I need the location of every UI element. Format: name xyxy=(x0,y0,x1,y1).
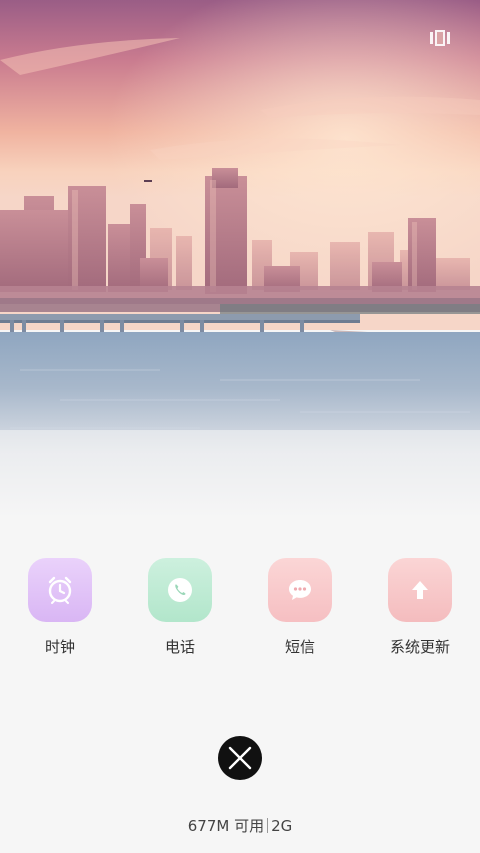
recent-apps-screen: 时钟 电话 短信 系统更新 677M 可用 2G xyxy=(0,0,480,853)
app-label: 时钟 xyxy=(44,638,75,656)
alarm-clock-icon xyxy=(28,558,92,622)
wallpaper-image xyxy=(0,0,480,520)
memory-total: 2G xyxy=(271,817,293,835)
clear-all-button[interactable] xyxy=(218,736,262,780)
close-icon xyxy=(228,746,252,770)
phone-icon xyxy=(148,558,212,622)
recents-grid-icon[interactable] xyxy=(430,30,450,46)
memory-separator xyxy=(267,818,269,833)
recent-apps-row: 时钟 电话 短信 系统更新 xyxy=(0,556,480,666)
app-phone[interactable]: 电话 xyxy=(130,556,230,666)
arrow-up-icon xyxy=(388,558,452,622)
app-system-update[interactable]: 系统更新 xyxy=(370,556,470,666)
app-label: 电话 xyxy=(164,638,195,656)
message-bubble-icon xyxy=(268,558,332,622)
memory-status: 677M 可用 2G xyxy=(0,815,480,836)
app-messages[interactable]: 短信 xyxy=(250,556,350,666)
app-clock[interactable]: 时钟 xyxy=(10,556,110,666)
memory-available: 677M 可用 xyxy=(187,817,265,835)
app-label: 短信 xyxy=(284,638,315,656)
app-label: 系统更新 xyxy=(389,638,450,656)
